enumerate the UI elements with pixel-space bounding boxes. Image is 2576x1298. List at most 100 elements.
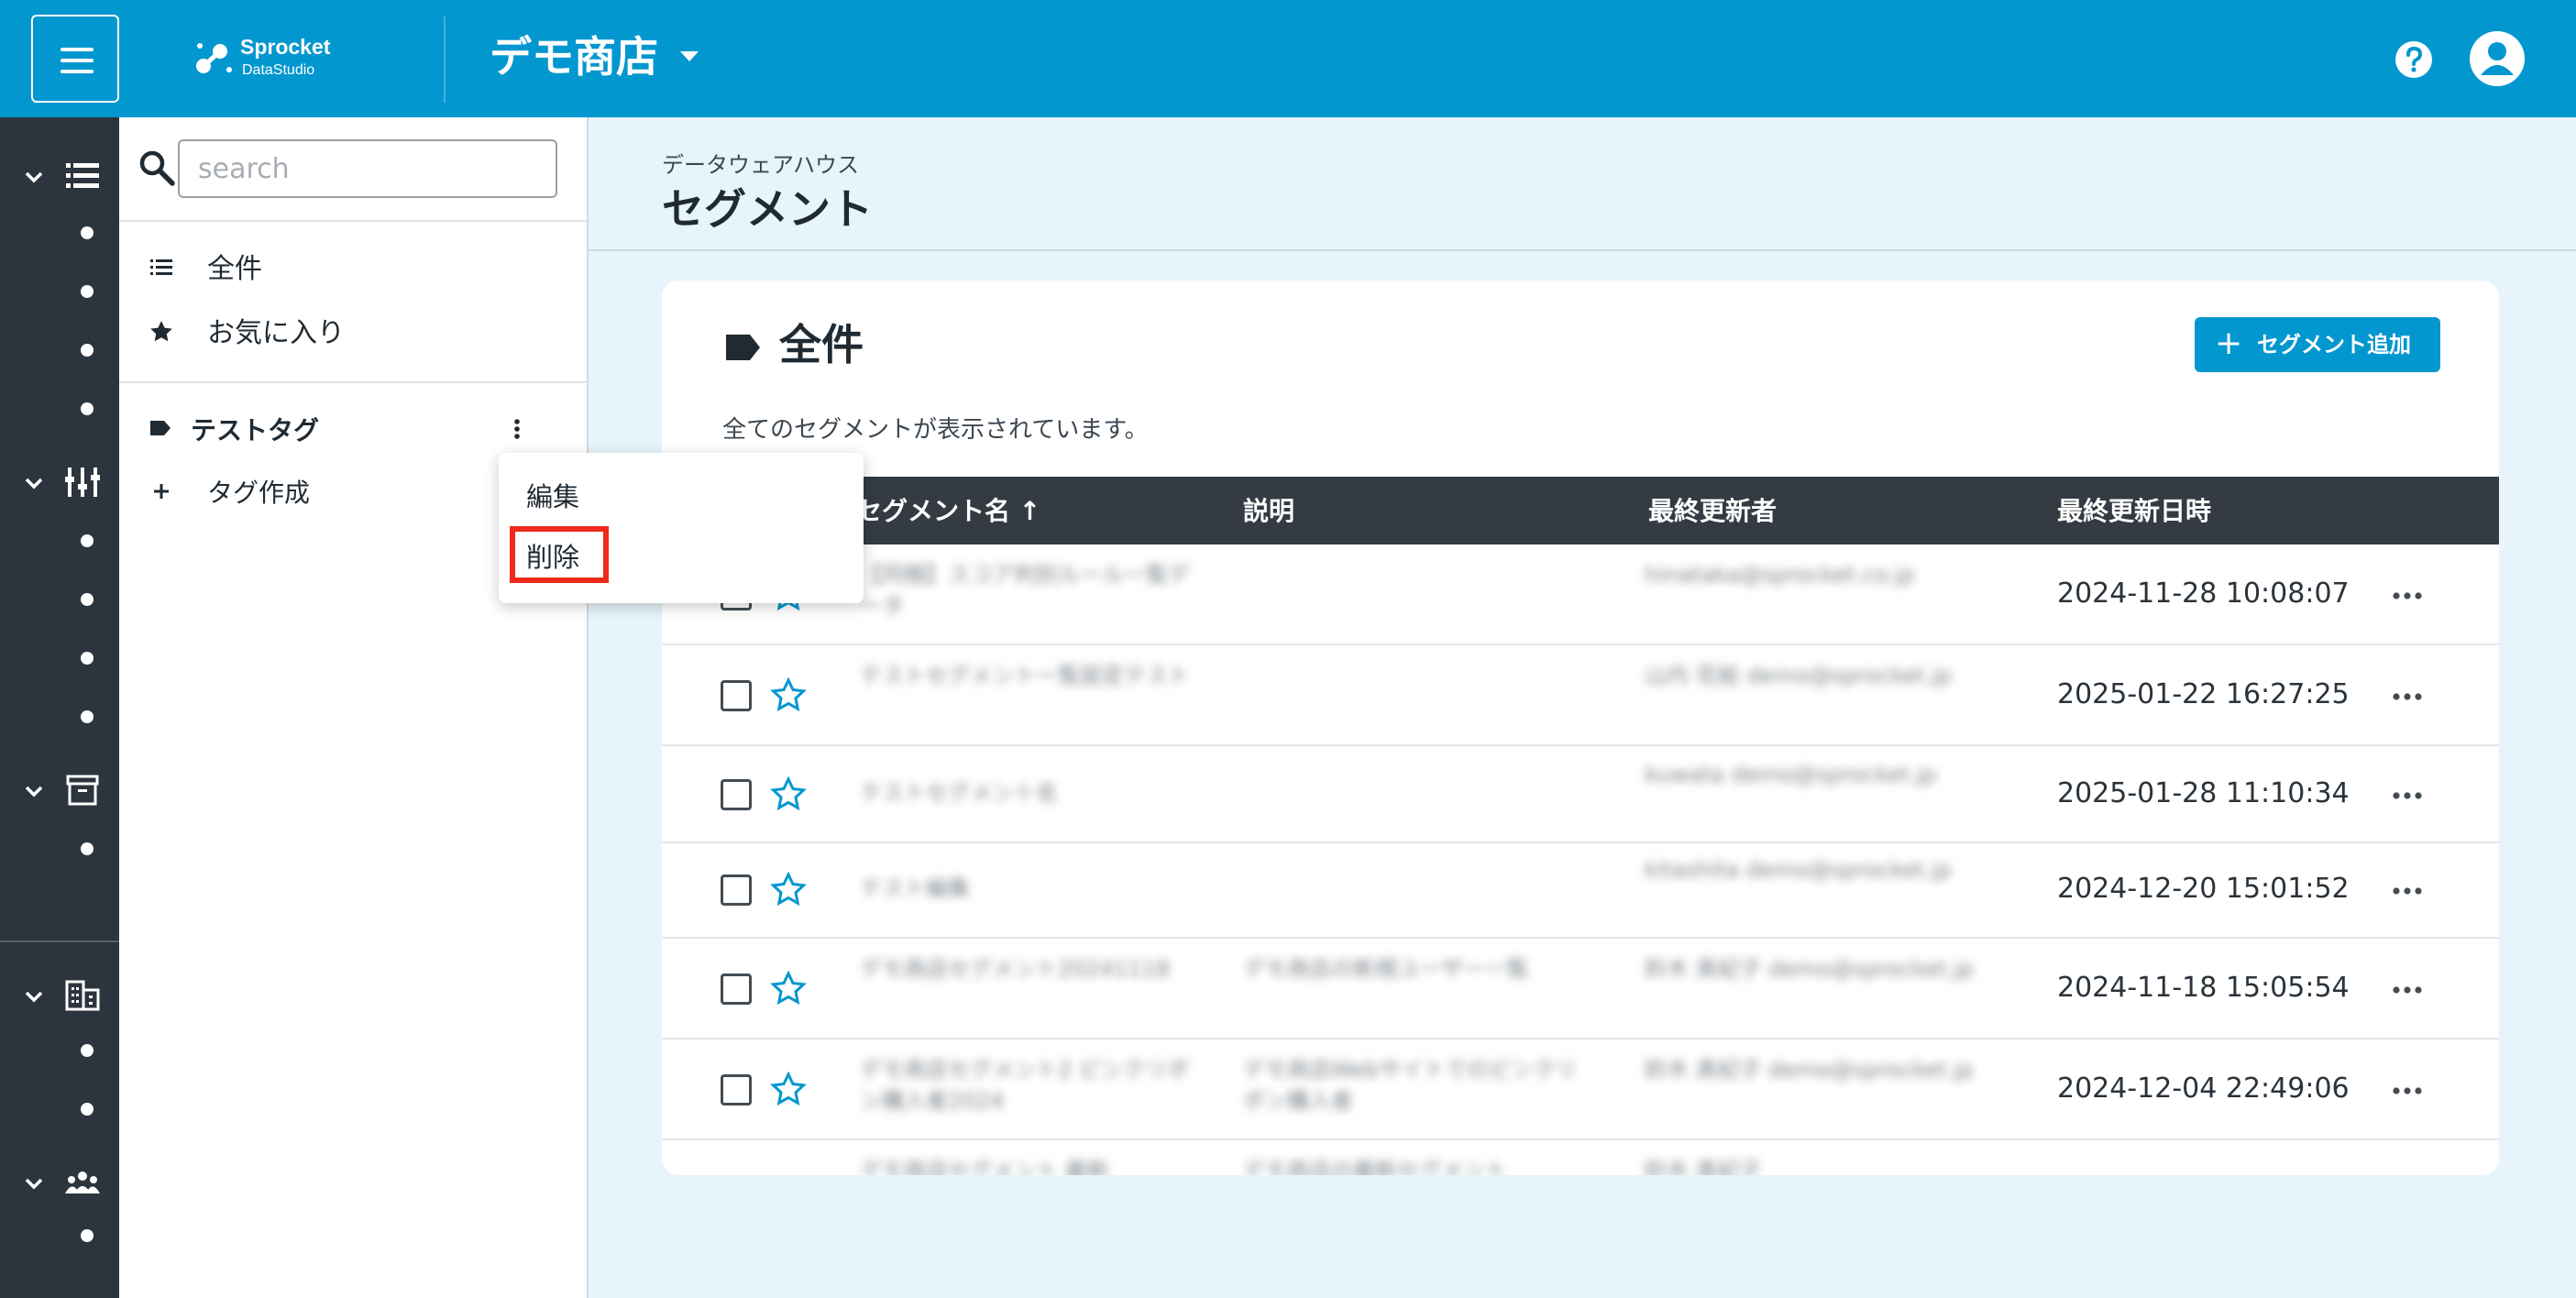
segment-name[interactable]: テストセグメント名 — [860, 777, 1208, 808]
account-icon[interactable] — [2468, 29, 2526, 88]
side-rail — [0, 117, 119, 1298]
segment-updater: 鈴木 真紀子 — [1645, 1158, 1762, 1175]
table-row[interactable]: テストセグメント名 kuwata demo@sprocket.jp 2025-0… — [662, 746, 2499, 843]
chevron-down-icon[interactable] — [22, 1172, 46, 1195]
add-segment-button[interactable]: + セグメント追加 — [2195, 317, 2440, 372]
panel-item-tag[interactable]: テストタグ — [119, 403, 587, 458]
delete-highlight-box — [510, 526, 609, 583]
rail-sub-item[interactable] — [81, 534, 94, 547]
segment-name[interactable]: 【同梱】スコア判別ルール一覧データ — [860, 559, 1208, 632]
rail-sub-item[interactable] — [81, 1103, 94, 1116]
segment-name[interactable]: デモ商店セグメント20241118 — [860, 953, 1208, 1027]
more-vertical-icon[interactable] — [508, 412, 526, 446]
chevron-down-icon[interactable] — [22, 165, 46, 189]
table-row[interactable]: デモ商店セグメント 最新 デモ商店の最新セグメント 鈴木 真紀子 — [662, 1140, 2499, 1175]
rail-sub-item[interactable] — [81, 226, 94, 239]
rail-sub-item[interactable] — [81, 344, 94, 357]
segment-card: 全件 + セグメント追加 全てのセグメントが表示されています。 セグメント名 ↑… — [662, 280, 2499, 1175]
group-icon[interactable] — [64, 1166, 101, 1199]
list-icon[interactable] — [64, 160, 101, 192]
plus-icon: + — [2215, 324, 2243, 362]
table-row[interactable]: テストセグメント一覧設定テスト 山内 花絵 demo@sprocket.jp 2… — [662, 645, 2499, 746]
menu-toggle-button[interactable] — [31, 15, 119, 103]
menu-item-edit[interactable]: 編集 — [526, 478, 579, 515]
segment-name[interactable]: テスト編集 — [860, 873, 1208, 904]
chevron-down-icon[interactable] — [22, 471, 46, 495]
star-outline-icon[interactable] — [770, 1072, 807, 1108]
table-row[interactable]: テスト編集 kitashita demo@sprocket.jp 2024-12… — [662, 843, 2499, 939]
table-header: セグメント名 ↑ 説明 最終更新者 最終更新日時 — [662, 477, 2499, 544]
row-checkbox[interactable] — [721, 1074, 752, 1106]
panel-item-label: お気に入り — [207, 317, 345, 349]
table-row[interactable]: デモ商店セグメント2 ピンクリボン購入者2024 デモ商店Webサイトでのピンク… — [662, 1040, 2499, 1140]
row-checkbox[interactable] — [721, 974, 752, 1005]
segment-name[interactable]: テストセグメント一覧設定テスト — [860, 660, 1208, 733]
header-divider — [444, 16, 446, 103]
panel-item-all[interactable]: 全件 — [119, 242, 587, 297]
card-title: 全件 — [779, 320, 864, 369]
top-header: Sprocket DataStudio デモ商店 — [0, 0, 2576, 117]
star-outline-icon[interactable] — [770, 872, 807, 908]
column-header-updated-at[interactable]: 最終更新日時 — [2057, 493, 2211, 530]
segment-description: デモ商店Webサイトでのピンクリボン購入者 — [1243, 1057, 1578, 1114]
sprocket-logo[interactable]: Sprocket DataStudio — [194, 35, 378, 82]
segment-updated-at: 2025-01-22 16:27:25 — [2057, 678, 2350, 710]
segment-updater: 鈴木 真紀子 demo@sprocket.jp — [1645, 1057, 1975, 1083]
star-outline-icon[interactable] — [770, 776, 807, 813]
plus-icon — [154, 484, 169, 499]
segment-updater: kuwata demo@sprocket.jp — [1645, 762, 1937, 787]
menu-icon — [61, 48, 94, 51]
store-selector[interactable]: デモ商店 — [490, 28, 658, 86]
row-checkbox[interactable] — [721, 874, 752, 906]
star-outline-icon[interactable] — [770, 677, 807, 714]
panel-divider — [119, 220, 587, 222]
chevron-down-icon[interactable] — [22, 779, 46, 803]
more-horizontal-icon[interactable] — [2391, 691, 2424, 702]
segment-name[interactable]: デモ商店セグメント2 ピンクリボン購入者2024 — [860, 1054, 1208, 1128]
segment-name[interactable]: デモ商店セグメント 最新 — [860, 1155, 1208, 1175]
search-icon — [139, 150, 175, 186]
rail-sub-item[interactable] — [81, 842, 94, 855]
table-row[interactable]: デモ商店セグメント20241118 デモ商店の新規ユーザー一覧 鈴木 真紀子 d… — [662, 939, 2499, 1040]
breadcrumb[interactable]: データウェアハウス — [662, 147, 859, 179]
column-header-name[interactable]: セグメント名 ↑ — [856, 493, 1040, 530]
segment-updater: 鈴木 真紀子 demo@sprocket.jp — [1645, 956, 1975, 982]
table-row[interactable]: 【同梱】スコア判別ルール一覧データ hinataka@sprocket.co.j… — [662, 544, 2499, 645]
list-icon — [150, 259, 172, 275]
segment-updated-at: 2024-12-04 22:49:06 — [2057, 1072, 2350, 1105]
panel-item-favorites[interactable]: お気に入り — [119, 306, 587, 361]
rail-sub-item[interactable] — [81, 285, 94, 298]
more-horizontal-icon[interactable] — [2391, 886, 2424, 896]
panel-item-label: 全件 — [207, 253, 262, 285]
caret-down-icon[interactable] — [680, 51, 699, 61]
star-filled-icon — [150, 321, 172, 342]
rail-sub-item[interactable] — [81, 710, 94, 723]
help-icon[interactable] — [2394, 40, 2433, 79]
logo-name: Sprocket — [240, 35, 331, 59]
column-header-updater[interactable]: 最終更新者 — [1648, 493, 1777, 530]
equalizer-icon[interactable] — [64, 466, 101, 499]
search-input[interactable] — [178, 139, 557, 198]
star-outline-icon[interactable] — [770, 971, 807, 1007]
menu-icon-bar — [61, 70, 94, 73]
more-horizontal-icon[interactable] — [2391, 1085, 2424, 1096]
row-checkbox[interactable] — [721, 779, 752, 810]
rail-sub-item[interactable] — [81, 1044, 94, 1057]
rail-sub-item[interactable] — [81, 652, 94, 665]
chevron-down-icon[interactable] — [22, 984, 46, 1008]
archive-icon[interactable] — [64, 774, 101, 807]
more-horizontal-icon[interactable] — [2391, 590, 2424, 601]
add-segment-label: セグメント追加 — [2257, 332, 2411, 358]
rail-sub-item[interactable] — [81, 593, 94, 606]
row-checkbox[interactable] — [721, 680, 752, 711]
rail-sub-item[interactable] — [81, 402, 94, 415]
rail-sub-item[interactable] — [81, 1229, 94, 1242]
menu-icon-bar — [61, 59, 94, 62]
more-horizontal-icon[interactable] — [2391, 984, 2424, 996]
more-horizontal-icon[interactable] — [2391, 790, 2424, 801]
card-description: 全てのセグメントが表示されています。 — [722, 416, 1149, 444]
building-icon[interactable] — [64, 979, 101, 1012]
column-header-description[interactable]: 説明 — [1243, 493, 1294, 530]
segment-description: デモ商店の新規ユーザー一覧 — [1243, 956, 1529, 982]
panel-divider — [119, 381, 587, 383]
